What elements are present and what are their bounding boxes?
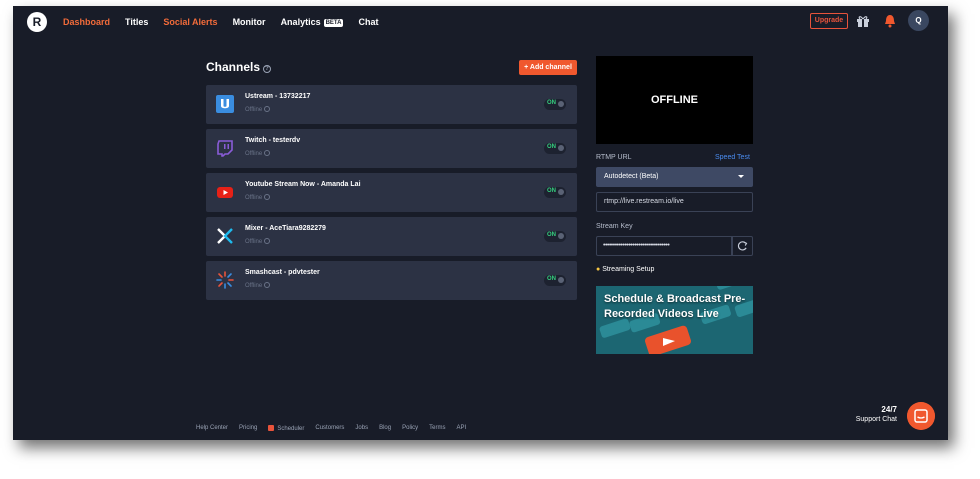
ustream-icon: [216, 95, 234, 113]
footer-blog[interactable]: Blog: [379, 425, 391, 432]
channel-status: Offline: [245, 150, 271, 157]
channel-card-smashcast[interactable]: Smashcast - pdvtester Offline ON: [206, 261, 577, 300]
stream-key-label: Stream Key: [596, 223, 633, 230]
clock-icon: [264, 150, 271, 156]
nav-chat[interactable]: Chat: [358, 17, 378, 27]
footer-jobs[interactable]: Jobs: [355, 425, 368, 432]
toggle-label: ON: [547, 100, 556, 106]
clock-icon: [264, 106, 271, 112]
preview-status: OFFLINE: [650, 94, 699, 106]
nav-titles[interactable]: Titles: [125, 17, 148, 27]
streaming-setup-link[interactable]: ● Streaming Setup: [596, 266, 654, 273]
channel-name: Ustream - 13732217: [245, 93, 311, 100]
channel-toggle[interactable]: ON: [544, 187, 566, 198]
footer-customers[interactable]: Customers: [315, 425, 344, 432]
nav-social-alerts[interactable]: Social Alerts: [163, 17, 217, 27]
channel-status: Offline: [245, 194, 271, 201]
channel-name: Mixer - AceTiara9282279: [245, 225, 326, 232]
upgrade-button[interactable]: Upgrade: [810, 13, 848, 29]
channel-name: Youtube Stream Now - Amanda Lai: [245, 181, 361, 188]
channel-card-youtube[interactable]: Youtube Stream Now - Amanda Lai Offline …: [206, 173, 577, 212]
footer-scheduler[interactable]: Scheduler: [268, 425, 304, 432]
channel-card-ustream[interactable]: Ustream - 13732217 Offline ON: [206, 85, 577, 124]
channel-status: Offline: [245, 238, 271, 245]
channel-status: Offline: [245, 282, 271, 289]
footer-help-center[interactable]: Help Center: [196, 425, 228, 432]
toggle-knob: [558, 233, 564, 239]
channel-status-text: Offline: [245, 239, 263, 245]
nav-links: Dashboard Titles Social Alerts Monitor A…: [63, 6, 378, 38]
gift-icon[interactable]: [856, 14, 870, 28]
rtmp-url-label: RTMP URL: [596, 154, 632, 161]
toggle-label: ON: [547, 188, 556, 194]
channel-status-text: Offline: [245, 195, 263, 201]
footer-scheduler-label: Scheduler: [277, 426, 305, 432]
youtube-icon: [217, 187, 233, 198]
promo-banner[interactable]: Schedule & Broadcast Pre-Recorded Videos…: [596, 286, 753, 354]
speed-test-link[interactable]: Speed Test: [715, 154, 750, 161]
user-avatar[interactable]: Q: [908, 10, 929, 31]
bell-icon[interactable]: [883, 14, 897, 28]
refresh-icon[interactable]: [732, 236, 753, 256]
channels-heading: Channels?: [206, 60, 272, 74]
toggle-label: ON: [547, 144, 556, 150]
channel-name: Smashcast - pdvtester: [245, 269, 320, 276]
channel-status-text: Offline: [245, 107, 263, 113]
toggle-knob: [558, 189, 564, 195]
beta-badge: BETA: [323, 19, 344, 27]
rtmp-url-field[interactable]: rtmp://live.restream.io/live: [596, 192, 753, 212]
server-select-value: Autodetect (Beta): [604, 173, 659, 180]
channel-toggle[interactable]: ON: [544, 99, 566, 110]
channel-card-mixer[interactable]: Mixer - AceTiara9282279 Offline ON: [206, 217, 577, 256]
banner-text: Schedule & Broadcast Pre-Recorded Videos…: [604, 293, 746, 320]
toggle-label: ON: [547, 232, 556, 238]
nav-analytics[interactable]: Analytics BETA: [281, 17, 344, 27]
smashcast-icon: [216, 271, 234, 289]
toggle-knob: [558, 145, 564, 151]
toggle-knob: [558, 101, 564, 107]
nav-dashboard[interactable]: Dashboard: [63, 17, 110, 27]
twitch-icon: [217, 140, 233, 157]
footer-policy[interactable]: Policy: [402, 425, 418, 432]
chat-icon[interactable]: [907, 402, 935, 430]
server-select[interactable]: Autodetect (Beta): [596, 167, 753, 187]
help-icon[interactable]: ?: [263, 65, 272, 73]
channel-toggle[interactable]: ON: [544, 275, 566, 286]
app-window: R Dashboard Titles Social Alerts Monitor…: [13, 6, 948, 440]
clock-icon: [264, 194, 271, 200]
chevron-down-icon: [738, 175, 744, 178]
streaming-setup-label: Streaming Setup: [602, 266, 655, 273]
channel-status-text: Offline: [245, 283, 263, 289]
channel-toggle[interactable]: ON: [544, 143, 566, 154]
channels-title: Channels: [206, 60, 261, 74]
channel-name: Twitch - testerdv: [245, 137, 301, 144]
calendar-icon: [268, 425, 275, 431]
footer-pricing[interactable]: Pricing: [239, 425, 257, 432]
footer-links: Help Center Pricing Scheduler Customers …: [196, 425, 466, 432]
channel-status-text: Offline: [245, 151, 263, 157]
support-text: Support Chat: [855, 416, 897, 423]
support-chat-label: 24/7 Support Chat: [843, 405, 897, 423]
channel-toggle[interactable]: ON: [544, 231, 566, 242]
add-channel-button[interactable]: + Add channel: [519, 60, 577, 75]
stream-key-field[interactable]: ••••••••••••••••••••••••••••••••••: [596, 236, 732, 256]
support-hours: 24/7: [881, 405, 897, 414]
nav-monitor[interactable]: Monitor: [233, 17, 266, 27]
lightbulb-icon: ●: [596, 266, 601, 273]
toggle-knob: [558, 277, 564, 283]
footer-terms[interactable]: Terms: [429, 425, 445, 432]
clock-icon: [264, 282, 271, 288]
restream-logo[interactable]: R: [27, 12, 47, 32]
channel-status: Offline: [245, 106, 271, 113]
channel-card-twitch[interactable]: Twitch - testerdv Offline ON: [206, 129, 577, 168]
stream-preview: OFFLINE: [596, 56, 753, 144]
top-navbar: R Dashboard Titles Social Alerts Monitor…: [13, 6, 948, 38]
footer-api[interactable]: API: [456, 425, 466, 432]
mixer-icon: [217, 228, 233, 244]
clock-icon: [264, 238, 271, 244]
toggle-label: ON: [547, 276, 556, 282]
nav-analytics-label: Analytics: [280, 17, 321, 27]
